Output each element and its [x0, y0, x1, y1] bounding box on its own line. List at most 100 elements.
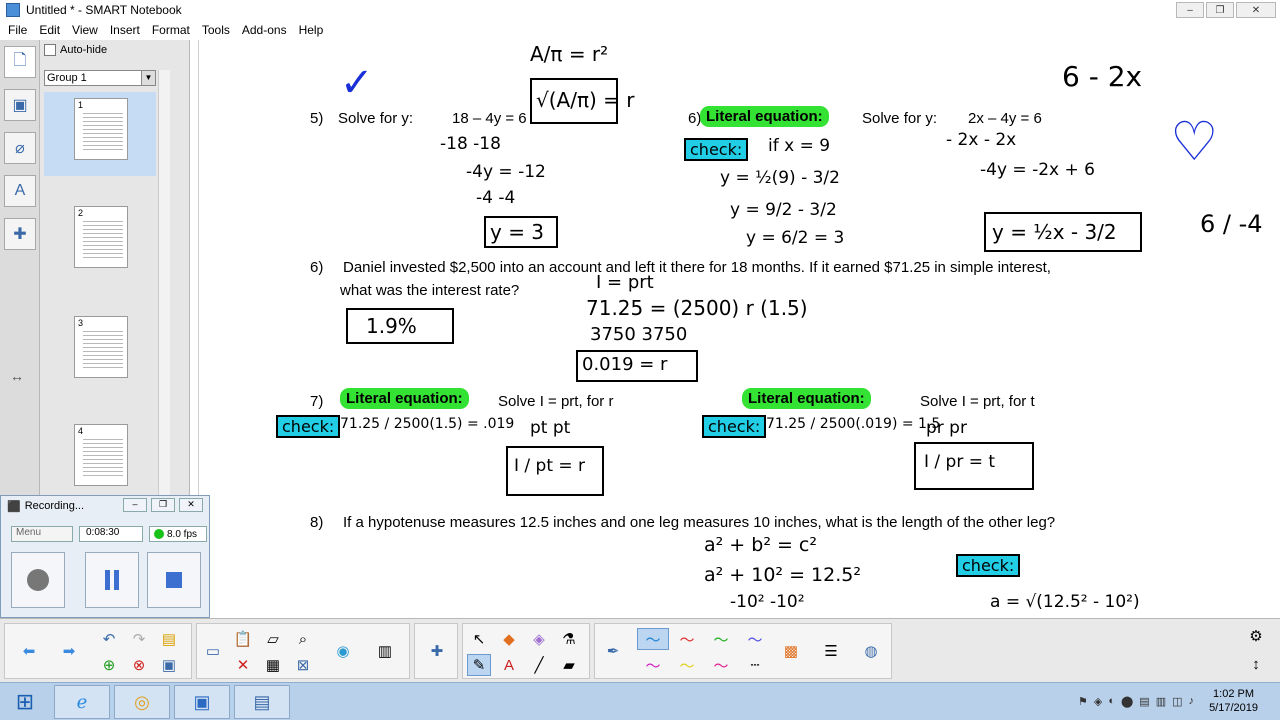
internet-explorer-icon[interactable]: ℯ: [54, 685, 110, 719]
close-button[interactable]: ✕: [1236, 2, 1276, 18]
tray-icon[interactable]: ⚑: [1078, 695, 1088, 708]
fill-icon[interactable]: ⚗: [557, 628, 581, 650]
menu-view[interactable]: View: [66, 23, 104, 37]
record-button[interactable]: [11, 552, 65, 608]
forward-arrow-icon[interactable]: ➡: [57, 640, 81, 662]
stop-button[interactable]: [147, 552, 201, 608]
screen-icon[interactable]: ▭: [201, 640, 225, 662]
response-icon[interactable]: ▥: [373, 640, 397, 662]
pause-button[interactable]: [85, 552, 139, 608]
line-icon[interactable]: ╱: [527, 654, 551, 676]
page-thumbnail[interactable]: 3: [44, 310, 156, 394]
tray-icon[interactable]: ▥: [1156, 695, 1166, 708]
minimize-button[interactable]: ‒: [1176, 2, 1204, 18]
pen-style-red[interactable]: 〜: [671, 628, 703, 650]
save-icon[interactable]: ▣: [157, 654, 181, 676]
page-thumbnail[interactable]: 4: [44, 418, 156, 502]
pen-style-pink[interactable]: 〜: [705, 654, 737, 676]
recorder-maximize-button[interactable]: ❐: [151, 498, 175, 512]
autohide-checkbox[interactable]: [44, 44, 56, 56]
menu-help[interactable]: Help: [293, 23, 330, 37]
select-arrow-icon[interactable]: ↖: [467, 628, 491, 650]
menu-file[interactable]: File: [2, 23, 33, 37]
pen-icon[interactable]: ✒: [601, 640, 625, 662]
add-page-icon[interactable]: ⊕: [97, 654, 121, 676]
undo-icon[interactable]: ↶: [97, 628, 121, 650]
eraser-icon[interactable]: ▰: [557, 654, 581, 676]
gear-icon[interactable]: ⚙: [1244, 625, 1268, 647]
addons-tab[interactable]: ✚: [4, 218, 36, 250]
attachments-tab[interactable]: ⌀: [4, 132, 36, 164]
problem-7-solve1: Solve I = prt, for r: [498, 393, 614, 410]
toolbar-move-icon[interactable]: ↕: [1244, 653, 1268, 675]
shapes-icon[interactable]: ◆: [497, 628, 521, 650]
recorder-taskbar-icon[interactable]: ▤: [234, 685, 290, 719]
pen-style-dashed[interactable]: ┄: [739, 654, 771, 676]
menu-insert[interactable]: Insert: [104, 23, 146, 37]
screen-shade-icon[interactable]: ▱: [261, 628, 285, 650]
magnifier-icon[interactable]: ⌕: [291, 628, 315, 650]
pen-style-magenta[interactable]: 〜: [637, 654, 669, 676]
gallery-tab[interactable]: ▣: [4, 89, 36, 121]
back-arrow-icon[interactable]: ⬅: [17, 640, 41, 662]
recorder-menu-dropdown[interactable]: Menu: [11, 526, 73, 542]
eraser-shape-icon[interactable]: ◈: [527, 628, 551, 650]
pen-style-yellow[interactable]: 〜: [671, 654, 703, 676]
recorder-close-button[interactable]: ✕: [179, 498, 203, 512]
stop-icon: [166, 572, 182, 588]
maximize-button[interactable]: ❐: [1206, 2, 1234, 18]
paste-icon[interactable]: 📋: [231, 628, 255, 650]
chrome-icon[interactable]: ◎: [114, 685, 170, 719]
problem-6-number: 6): [310, 259, 324, 276]
ink-check2: 71.25 / 2500(.019) = 1.5: [766, 416, 941, 432]
chevron-down-icon[interactable]: ▼: [141, 71, 155, 85]
ink-minus18: -18 -18: [440, 134, 501, 154]
smart-notebook-taskbar-icon[interactable]: ▣: [174, 685, 230, 719]
clock[interactable]: 1:02 PM 5/17/2019: [1209, 687, 1258, 715]
delete-icon[interactable]: ✕: [231, 654, 255, 676]
menu-edit[interactable]: Edit: [33, 23, 66, 37]
recorder-time: 0:08:30: [79, 526, 143, 542]
color-palette-icon[interactable]: ▩: [779, 640, 803, 662]
properties-tab[interactable]: A: [4, 175, 36, 207]
pen-style-green[interactable]: 〜: [705, 628, 737, 650]
recorder-fps: 8.0 fps: [149, 526, 207, 542]
paperclip-icon: ⌀: [15, 140, 25, 157]
start-button[interactable]: ⊞: [0, 685, 50, 719]
menu-addons[interactable]: Add-ons: [236, 23, 293, 37]
volume-icon[interactable]: ♪: [1189, 695, 1195, 708]
tray-icon[interactable]: ◈: [1094, 695, 1102, 708]
open-folder-icon[interactable]: ▤: [157, 628, 181, 650]
resize-arrows-icon[interactable]: ↔: [10, 368, 24, 384]
tray-icon[interactable]: ◫: [1172, 695, 1182, 708]
page-thumbnail[interactable]: 2: [44, 200, 156, 284]
ink-ptpt: pt pt: [530, 418, 571, 438]
redo-icon[interactable]: ↷: [127, 628, 151, 650]
tray-icon[interactable]: ▤: [1139, 695, 1149, 708]
puzzle-icon: ✚: [13, 226, 27, 243]
page-thumbnail[interactable]: 1: [44, 92, 156, 176]
tray-icon[interactable]: ⬤: [1121, 695, 1133, 708]
status-dot-icon: [154, 529, 164, 539]
group-select[interactable]: Group 1 ▼: [44, 70, 156, 86]
fill-effects-icon[interactable]: ◍: [859, 640, 883, 662]
pens-icon[interactable]: ✎: [467, 654, 491, 676]
recorder-minimize-button[interactable]: ‒: [123, 498, 147, 512]
line-thickness-icon[interactable]: ☰: [819, 640, 843, 662]
autohide-option[interactable]: Auto-hide: [44, 44, 107, 56]
ink-sqrt: a = √(12.5² - 10²): [990, 592, 1140, 612]
whiteboard-canvas[interactable]: 5) Solve for y: 18 – 4y = 6 ✓ A/π = r² √…: [190, 40, 1280, 618]
page-sorter-tab[interactable]: 🗋: [4, 46, 36, 78]
text-icon[interactable]: A: [497, 654, 521, 676]
menu-tools[interactable]: Tools: [196, 23, 236, 37]
check-label: check:: [956, 554, 1021, 577]
tray-icon[interactable]: ◐: [1108, 695, 1115, 708]
table-icon[interactable]: ▦: [261, 654, 285, 676]
pen-style-violet[interactable]: 〜: [739, 628, 771, 650]
document-camera-icon[interactable]: ◉: [331, 640, 355, 662]
pen-style-blue[interactable]: 〜: [637, 628, 669, 650]
menu-format[interactable]: Format: [146, 23, 196, 37]
close-box-icon[interactable]: ⊠: [291, 654, 315, 676]
delete-page-icon[interactable]: ⊗: [127, 654, 151, 676]
puzzle-icon[interactable]: ✚: [425, 640, 449, 662]
